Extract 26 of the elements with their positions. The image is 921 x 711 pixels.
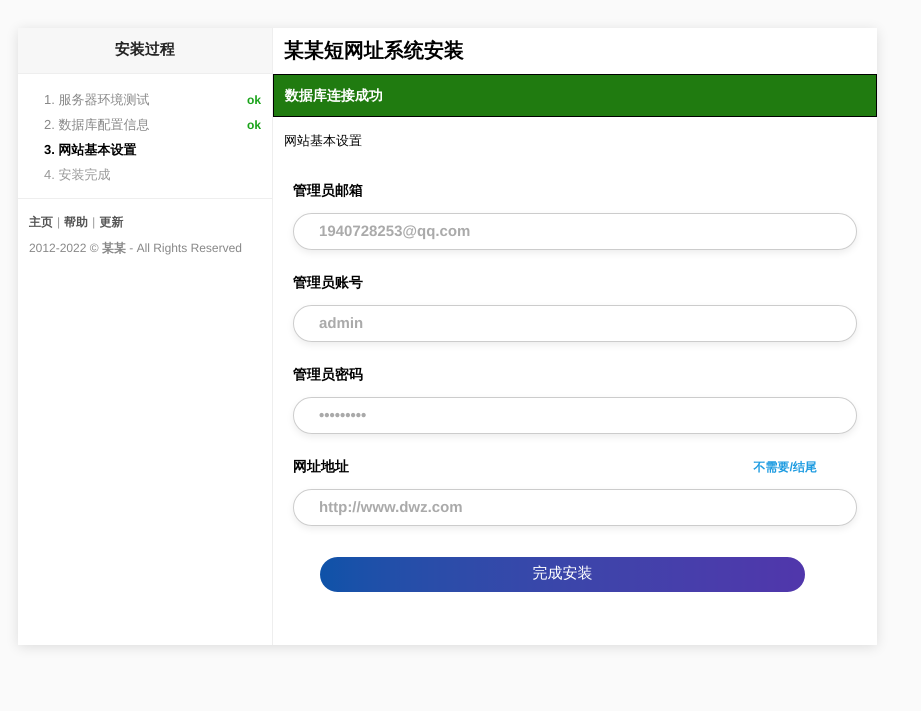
sidebar-title: 安装过程	[115, 40, 175, 60]
input-field[interactable]: http://www.dwz.com	[293, 488, 857, 526]
step-label: 4. 安装完成	[44, 166, 110, 184]
section-title: 网站基本设置	[283, 132, 363, 150]
input-field[interactable]: admin	[293, 304, 857, 342]
alert-text: 数据库连接成功	[285, 86, 383, 105]
input-field[interactable]: 1940728253@qq.com	[293, 212, 857, 250]
separator: |	[92, 214, 96, 231]
step-label: 1. 服务器环境测试	[44, 90, 150, 109]
field-hint: 不需要/结尾	[754, 458, 817, 476]
field-label: 管理员密码	[293, 365, 363, 384]
submit-button[interactable]: 完成安装	[320, 556, 805, 592]
footer-link[interactable]: 帮助	[64, 213, 88, 231]
field-label: 管理员邮箱	[293, 181, 363, 200]
step-status: ok	[246, 116, 261, 134]
copyright-text: 2012-2022 © 某某 - All Rights Reserved	[29, 240, 243, 257]
input-field[interactable]: •••••••••	[293, 396, 857, 434]
step-label: 2. 数据库配置信息	[44, 116, 150, 134]
footer-link[interactable]: 主页	[29, 213, 53, 231]
step-status: ok	[246, 92, 261, 108]
field-label: 管理员账号	[293, 273, 363, 292]
page-title: 某某短网址系统安装	[284, 38, 464, 64]
separator: |	[57, 214, 60, 231]
step-label: 3. 网站基本设置	[44, 140, 136, 159]
footer-link[interactable]: 更新	[99, 213, 124, 231]
field-label: 网址地址	[293, 457, 349, 476]
